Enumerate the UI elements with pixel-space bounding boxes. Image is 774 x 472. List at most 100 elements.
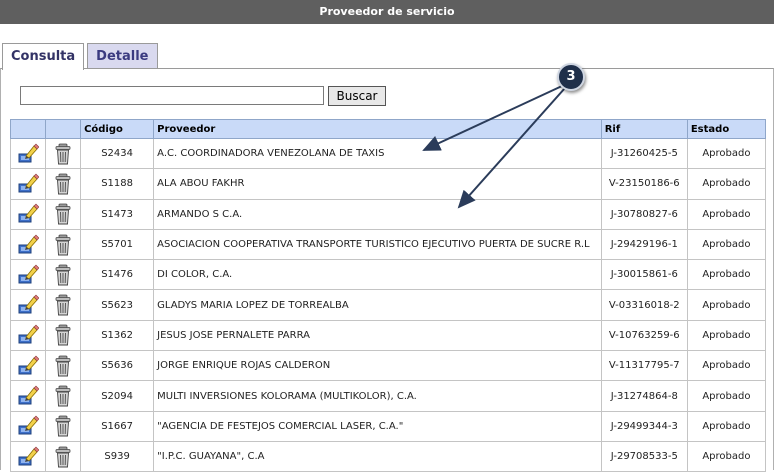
table-row[interactable]: S5636 JORGE ENRIQUE ROJAS CALDERON V-113… <box>11 351 766 381</box>
edit-cell <box>11 199 46 229</box>
cell-codigo: S5623 <box>81 290 154 320</box>
cell-proveedor: JORGE ENRIQUE ROJAS CALDERON <box>154 351 602 381</box>
cell-estado: Aprobado <box>687 441 765 471</box>
cell-rif: V-03316018-2 <box>601 290 687 320</box>
cell-rif: J-30015861-6 <box>601 260 687 290</box>
delete-cell <box>46 229 81 259</box>
trash-can-icon[interactable] <box>52 264 74 286</box>
delete-cell <box>46 351 81 381</box>
delete-cell <box>46 381 81 411</box>
edit-cell <box>11 169 46 199</box>
cell-estado: Aprobado <box>687 199 765 229</box>
cell-rif: J-29429196-1 <box>601 229 687 259</box>
cell-codigo: S1473 <box>81 199 154 229</box>
edit-pencil-icon[interactable] <box>17 446 39 468</box>
edit-pencil-icon[interactable] <box>17 143 39 165</box>
cell-estado: Aprobado <box>687 229 765 259</box>
edit-pencil-icon[interactable] <box>17 173 39 195</box>
tab-consulta[interactable]: Consulta <box>2 43 84 70</box>
cell-estado: Aprobado <box>687 260 765 290</box>
cell-rif: V-23150186-6 <box>601 169 687 199</box>
delete-cell <box>46 199 81 229</box>
table-row[interactable]: S939 "I.P.C. GUAYANA", C.A J-29708533-5 … <box>11 441 766 471</box>
search-input[interactable] <box>20 86 324 105</box>
cell-proveedor: A.C. COORDINADORA VENEZOLANA DE TAXIS <box>154 139 602 169</box>
cell-codigo: S5701 <box>81 229 154 259</box>
delete-cell <box>46 169 81 199</box>
edit-pencil-icon[interactable] <box>17 415 39 437</box>
trash-can-icon[interactable] <box>52 324 74 346</box>
header-proveedor[interactable]: Proveedor <box>154 120 602 139</box>
edit-cell <box>11 381 46 411</box>
edit-pencil-icon[interactable] <box>17 264 39 286</box>
trash-can-icon[interactable] <box>52 234 74 256</box>
delete-cell <box>46 441 81 471</box>
edit-pencil-icon[interactable] <box>17 203 39 225</box>
trash-can-icon[interactable] <box>52 415 74 437</box>
window-title: Proveedor de servicio <box>0 0 774 24</box>
cell-rif: V-11317795-7 <box>601 351 687 381</box>
table-row[interactable]: S2094 MULTI INVERSIONES KOLORAMA (MULTIK… <box>11 381 766 411</box>
table-row[interactable]: S5701 ASOCIACION COOPERATIVA TRANSPORTE … <box>11 229 766 259</box>
cell-proveedor: JESUS JOSE PERNALETE PARRA <box>154 320 602 350</box>
cell-rif: J-29708533-5 <box>601 441 687 471</box>
table-header-row: Código Proveedor Rif Estado <box>11 120 766 139</box>
edit-cell <box>11 229 46 259</box>
table-row[interactable]: S5623 GLADYS MARIA LOPEZ DE TORREALBA V-… <box>11 290 766 320</box>
delete-cell <box>46 260 81 290</box>
header-codigo[interactable]: Código <box>81 120 154 139</box>
edit-cell <box>11 351 46 381</box>
cell-estado: Aprobado <box>687 139 765 169</box>
edit-pencil-icon[interactable] <box>17 385 39 407</box>
edit-pencil-icon[interactable] <box>17 324 39 346</box>
trash-can-icon[interactable] <box>52 385 74 407</box>
cell-codigo: S1667 <box>81 411 154 441</box>
table-row[interactable]: S1362 JESUS JOSE PERNALETE PARRA V-10763… <box>11 320 766 350</box>
step-callout-badge: 3 <box>557 63 585 91</box>
header-delete <box>46 120 81 139</box>
trash-can-icon[interactable] <box>52 294 74 316</box>
cell-estado: Aprobado <box>687 351 765 381</box>
cell-codigo: S1362 <box>81 320 154 350</box>
tab-detalle[interactable]: Detalle <box>87 43 157 69</box>
edit-pencil-icon[interactable] <box>17 294 39 316</box>
trash-can-icon[interactable] <box>52 446 74 468</box>
table-row[interactable]: S2434 A.C. COORDINADORA VENEZOLANA DE TA… <box>11 139 766 169</box>
edit-pencil-icon[interactable] <box>17 234 39 256</box>
edit-cell <box>11 411 46 441</box>
delete-cell <box>46 411 81 441</box>
cell-proveedor: GLADYS MARIA LOPEZ DE TORREALBA <box>154 290 602 320</box>
table-row[interactable]: S1188 ALA ABOU FAKHR V-23150186-6 Aproba… <box>11 169 766 199</box>
header-rif[interactable]: Rif <box>601 120 687 139</box>
trash-can-icon[interactable] <box>52 203 74 225</box>
edit-cell <box>11 320 46 350</box>
cell-proveedor: DI COLOR, C.A. <box>154 260 602 290</box>
cell-rif: J-31260425-5 <box>601 139 687 169</box>
trash-can-icon[interactable] <box>52 355 74 377</box>
edit-pencil-icon[interactable] <box>17 355 39 377</box>
table-row[interactable]: S1473 ARMANDO S C.A. J-30780827-6 Aproba… <box>11 199 766 229</box>
cell-proveedor: MULTI INVERSIONES KOLORAMA (MULTIKOLOR),… <box>154 381 602 411</box>
header-estado[interactable]: Estado <box>687 120 765 139</box>
trash-can-icon[interactable] <box>52 173 74 195</box>
table-row[interactable]: S1667 "AGENCIA DE FESTEJOS COMERCIAL LAS… <box>11 411 766 441</box>
delete-cell <box>46 139 81 169</box>
table-row[interactable]: S1476 DI COLOR, C.A. J-30015861-6 Aproba… <box>11 260 766 290</box>
cell-proveedor: ALA ABOU FAKHR <box>154 169 602 199</box>
trash-can-icon[interactable] <box>52 143 74 165</box>
cell-estado: Aprobado <box>687 411 765 441</box>
cell-rif: V-10763259-6 <box>601 320 687 350</box>
cell-estado: Aprobado <box>687 320 765 350</box>
providers-table: Código Proveedor Rif Estado <box>10 119 766 472</box>
cell-rif: J-30780827-6 <box>601 199 687 229</box>
header-edit <box>11 120 46 139</box>
cell-rif: J-29499344-3 <box>601 411 687 441</box>
cell-proveedor: ARMANDO S C.A. <box>154 199 602 229</box>
cell-proveedor: "I.P.C. GUAYANA", C.A <box>154 441 602 471</box>
delete-cell <box>46 290 81 320</box>
edit-cell <box>11 441 46 471</box>
delete-cell <box>46 320 81 350</box>
search-button[interactable]: Buscar <box>328 86 386 106</box>
cell-proveedor: "AGENCIA DE FESTEJOS COMERCIAL LASER, C.… <box>154 411 602 441</box>
cell-estado: Aprobado <box>687 290 765 320</box>
